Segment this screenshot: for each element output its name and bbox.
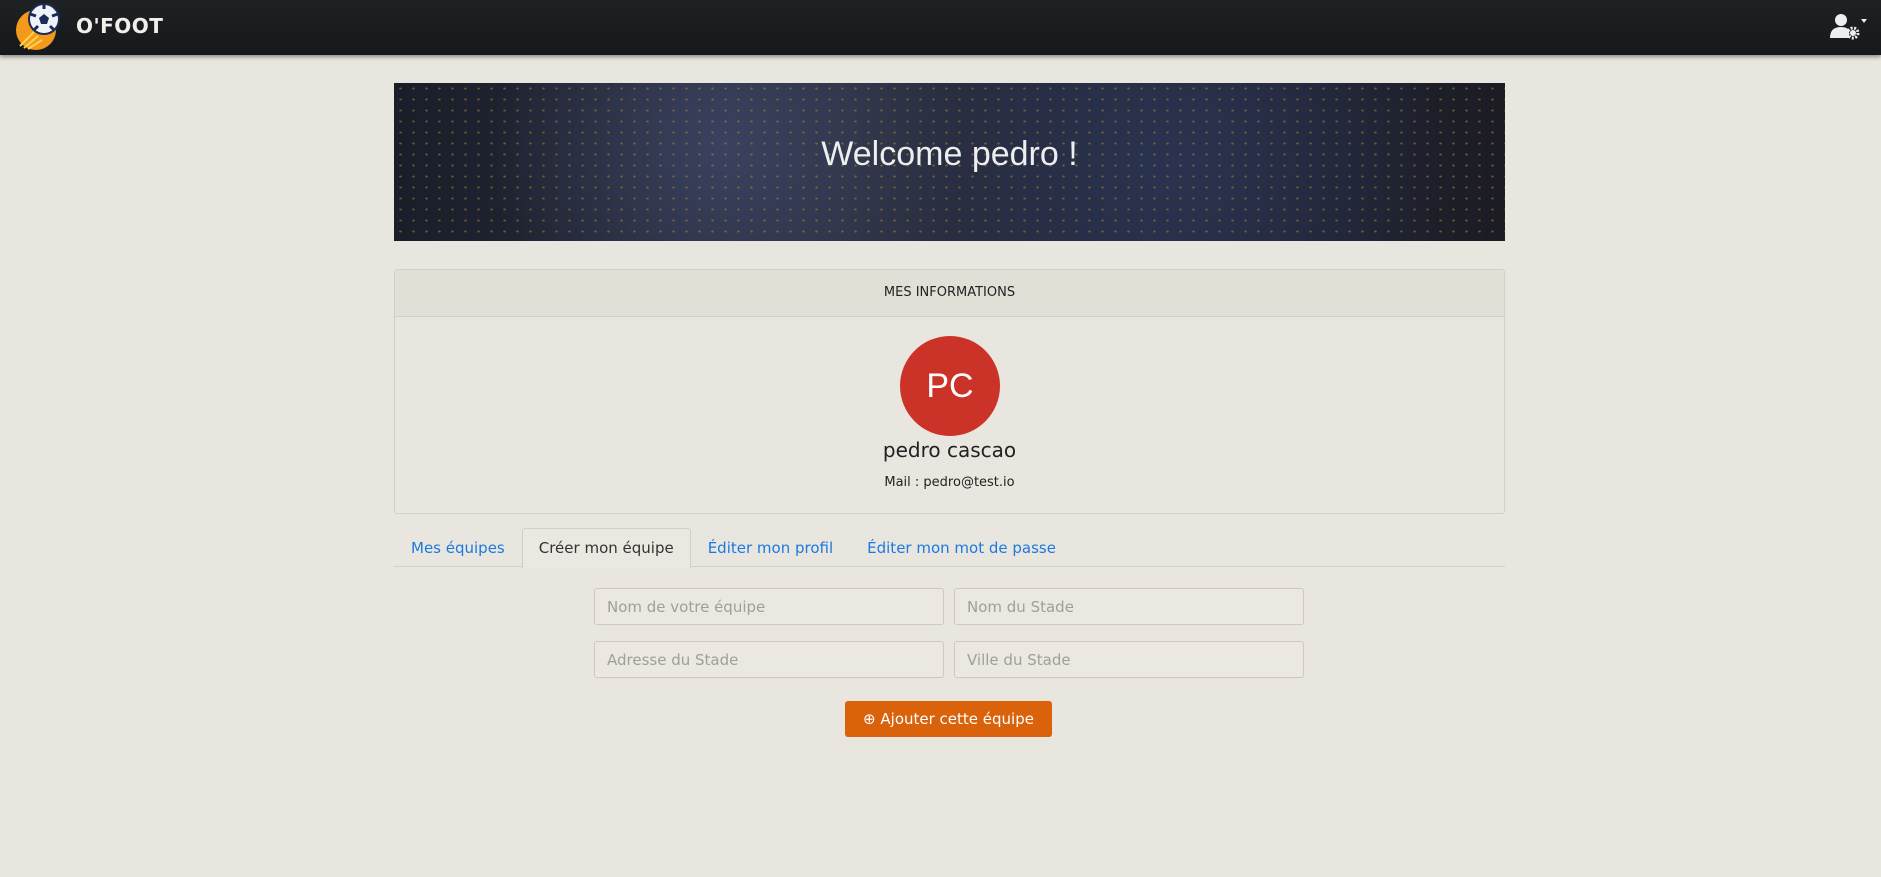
welcome-banner: Welcome pedro ! [394,83,1505,241]
user-cog-icon [1830,14,1867,40]
profile-card: MES INFORMATIONS PC pedro cascao Mail : … [394,269,1505,514]
tab-editer-mot-de-passe[interactable]: Éditer mon mot de passe [850,528,1073,566]
add-team-button[interactable]: ⊕ Ajouter cette équipe [845,701,1052,737]
user-mail: Mail : pedro@test.io [884,475,1015,490]
brand-name[interactable]: O'FOOT [76,14,163,38]
stadium-city-input[interactable] [954,641,1304,678]
plus-circle-icon: ⊕ [863,710,876,728]
team-name-input[interactable] [594,588,944,625]
navbar: O'FOOT [0,0,1881,55]
stadium-name-input[interactable] [954,588,1304,625]
avatar: PC [900,336,1000,436]
welcome-title: Welcome pedro ! [821,135,1078,173]
tab-mes-equipes[interactable]: Mes équipes [394,528,522,566]
soccer-ball-logo-icon[interactable] [14,2,66,52]
tab-editer-profil[interactable]: Éditer mon profil [691,528,850,566]
add-team-label: Ajouter cette équipe [880,710,1034,728]
profile-tabs: Mes équipes Créer mon équipe Éditer mon … [394,528,1505,568]
stadium-address-input[interactable] [594,641,944,678]
user-name: pedro cascao [882,438,1017,462]
card-header: MES INFORMATIONS [395,270,1504,317]
tab-creer-equipe[interactable]: Créer mon équipe [521,528,691,568]
user-menu-button[interactable] [1829,12,1869,42]
